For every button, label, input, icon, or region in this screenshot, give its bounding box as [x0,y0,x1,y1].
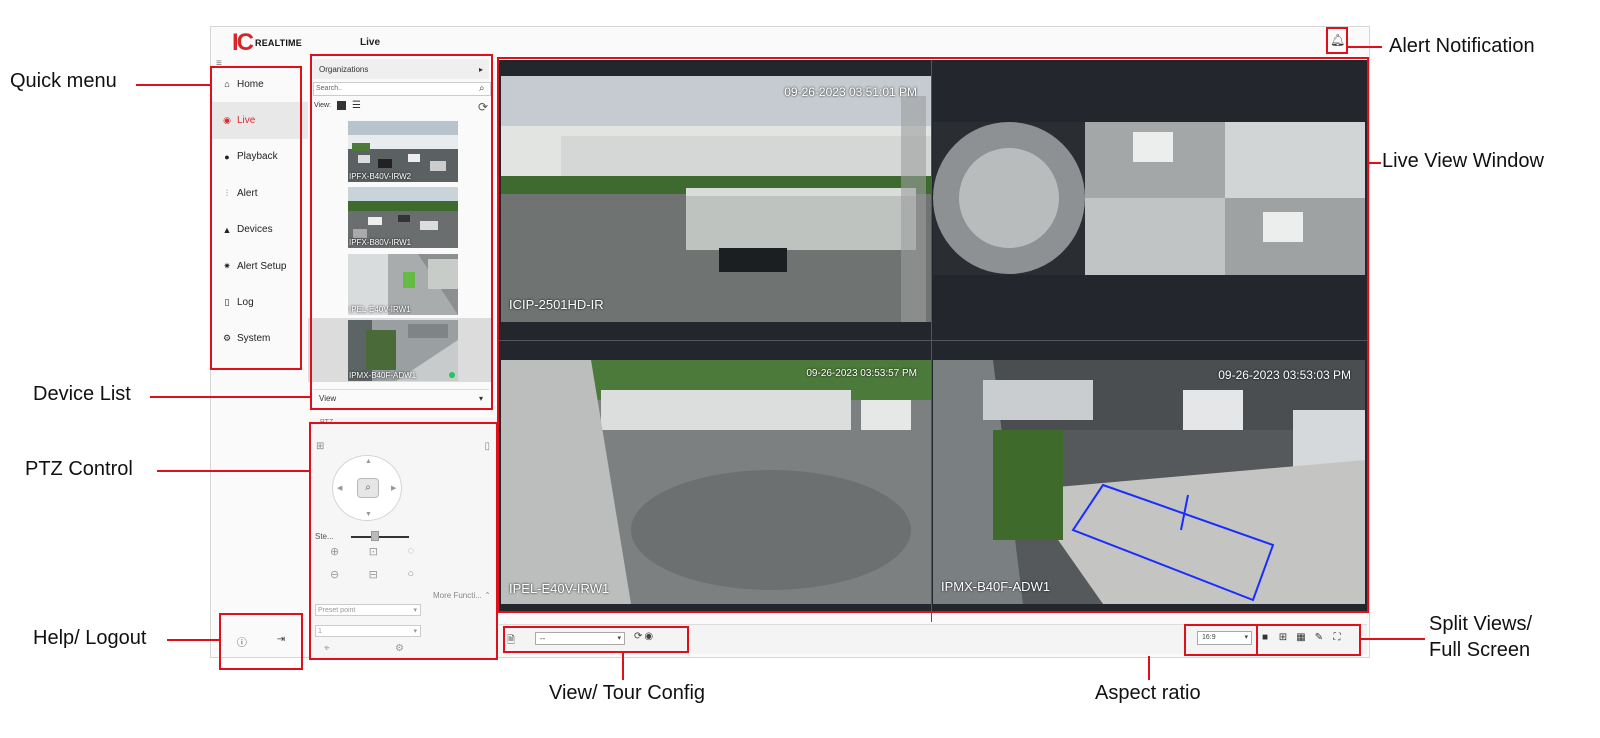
callout-split-views: Split Views/ [1429,613,1533,635]
page-title: Live [360,37,381,48]
leader-line [167,639,219,641]
callout-box-live-view [497,57,1369,613]
logo-text: REALTIME [255,38,302,48]
leader-line [622,652,624,680]
leader-line [1348,46,1382,48]
leader-line [1361,638,1425,640]
leader-line [157,470,309,472]
leader-line [136,84,210,86]
callout-box-tour [503,626,689,653]
callout-quick-menu: Quick menu [10,70,117,92]
callout-box-aspect [1184,624,1258,656]
callout-aspect-ratio: Aspect ratio [1095,682,1201,704]
callout-live-view-window: Live View Window [1382,150,1544,172]
callout-help-logout: Help/ Logout [33,627,147,649]
callout-alert-notification: Alert Notification [1389,35,1535,57]
callout-full-screen: Full Screen [1429,639,1531,661]
callout-box-quick-menu [210,66,302,370]
brand-logo: IC REALTIME [232,31,302,55]
callout-box-device-list [310,54,493,410]
leader-line [1148,656,1150,680]
logo-ic: IC [232,29,254,56]
callout-box-split [1256,624,1361,656]
callout-ptz-control: PTZ Control [25,458,133,480]
callout-box-help-logout [219,613,303,670]
callout-box-alert [1326,27,1348,54]
leader-line [1369,162,1381,164]
callout-box-ptz [309,422,498,660]
callout-device-list: Device List [33,383,131,405]
leader-line [150,396,310,398]
callout-view-tour-config: View/ Tour Config [549,682,706,704]
